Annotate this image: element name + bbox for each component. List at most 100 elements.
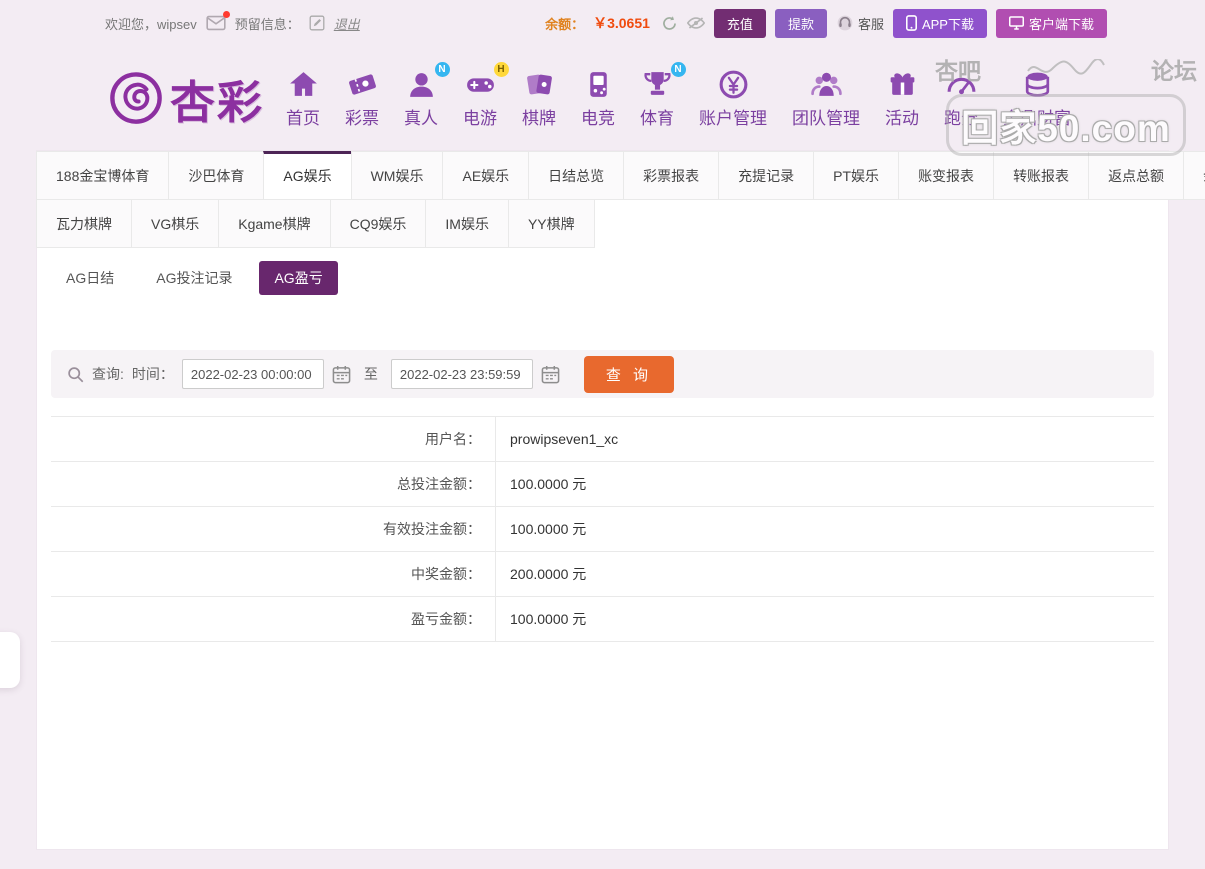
client-download-button[interactable]: 客户端下载	[996, 9, 1107, 38]
nav-jinding-wealth[interactable]: 金鼎财富	[1003, 68, 1071, 129]
coins-icon	[1021, 68, 1054, 101]
refresh-icon[interactable]	[661, 15, 678, 32]
site-header: 杏彩 首页 彩票 N 真人 H 电游	[0, 46, 1205, 150]
nav-label: 彩票	[345, 104, 379, 129]
trophy-icon: N	[641, 68, 674, 101]
row-label: 盈亏金额：	[51, 597, 496, 641]
deposit-button[interactable]: 充值	[714, 9, 766, 38]
tab-balance-query[interactable]: 余额查询	[1183, 151, 1205, 200]
tab-deposit-withdraw-records[interactable]: 充提记录	[718, 151, 814, 200]
nav-label: 跑分	[944, 104, 978, 129]
time-label: 时间：	[132, 364, 174, 384]
logout-link[interactable]: 退出	[334, 14, 360, 33]
tab-shaba-sports[interactable]: 沙巴体育	[168, 151, 264, 200]
reserved-info-label: 预留信息：	[235, 14, 300, 33]
nav-account-management[interactable]: 账户管理	[699, 68, 767, 129]
nav-label: 团队管理	[792, 104, 860, 129]
tab-cq9-entertainment[interactable]: CQ9娱乐	[330, 199, 427, 248]
start-time-input[interactable]	[182, 359, 324, 389]
headset-icon	[836, 14, 854, 32]
customer-service-label: 客服	[858, 14, 884, 33]
app-download-button[interactable]: APP下载	[893, 9, 987, 38]
tab-yy-chess[interactable]: YY棋牌	[508, 199, 595, 248]
nav-chess[interactable]: 棋牌	[522, 68, 556, 129]
search-icon	[67, 366, 84, 383]
live-person-icon: N	[405, 68, 438, 101]
home-icon	[287, 68, 320, 101]
nav-sports[interactable]: N 体育	[640, 68, 674, 129]
phone-icon	[906, 15, 917, 31]
tab-188jbb-sports[interactable]: 188金宝博体育	[36, 151, 169, 200]
subtab-ag-profit-loss[interactable]: AG盈亏	[259, 261, 337, 295]
yen-account-icon	[717, 68, 750, 101]
tab-rebate-total[interactable]: 返点总额	[1088, 151, 1184, 200]
nav-label: 棋牌	[522, 104, 556, 129]
calendar-end-icon[interactable]	[541, 365, 560, 384]
watermark-text-right: 论坛	[1151, 52, 1197, 86]
edit-icon[interactable]	[309, 15, 325, 31]
floating-widget[interactable]	[0, 632, 20, 688]
nav-team-management[interactable]: 团队管理	[792, 68, 860, 129]
tab-kgame-chess[interactable]: Kgame棋牌	[218, 199, 330, 248]
tab-transfer-report[interactable]: 转账报表	[993, 151, 1089, 200]
row-label: 用户名：	[51, 417, 496, 461]
mail-icon[interactable]	[206, 15, 226, 31]
nav-esports[interactable]: 电竞	[581, 68, 615, 129]
to-label: 至	[364, 364, 378, 384]
search-button[interactable]: 查 询	[584, 356, 674, 393]
nav-home[interactable]: 首页	[286, 68, 320, 129]
main-nav: 首页 彩票 N 真人 H 电游 棋牌	[286, 68, 1071, 129]
table-row: 总投注金额： 100.0000 元	[51, 462, 1154, 507]
logo-text: 杏彩	[170, 66, 264, 131]
app-download-label: APP下载	[922, 14, 974, 33]
customer-service-button[interactable]: 客服	[836, 14, 884, 33]
tab-wm-entertainment[interactable]: WM娱乐	[351, 151, 444, 200]
esports-console-icon	[582, 68, 615, 101]
row-value: 200.0000 元	[496, 552, 586, 596]
nav-activity[interactable]: 活动	[885, 68, 919, 129]
monitor-icon	[1009, 16, 1024, 30]
subtab-ag-daily[interactable]: AG日结	[51, 261, 129, 295]
badge-n: N	[435, 62, 450, 77]
nav-egames[interactable]: H 电游	[463, 68, 497, 129]
topbar: 欢迎您，wipsev 预留信息： 退出 余额： ￥3.0651 充值 提款 客服	[0, 0, 1205, 46]
client-download-label: 客户端下载	[1029, 14, 1094, 33]
row-value: 100.0000 元	[496, 507, 586, 551]
row-value: 100.0000 元	[496, 597, 586, 641]
gift-icon	[886, 68, 919, 101]
subtab-ag-bet-records[interactable]: AG投注记录	[141, 261, 247, 295]
calendar-start-icon[interactable]	[332, 365, 351, 384]
table-row: 用户名： prowipseven1_xc	[51, 417, 1154, 462]
nav-label: 账户管理	[699, 104, 767, 129]
row-value: prowipseven1_xc	[496, 417, 618, 461]
tab-wali-chess[interactable]: 瓦力棋牌	[36, 199, 132, 248]
row-label: 有效投注金额：	[51, 507, 496, 551]
eye-off-icon[interactable]	[687, 16, 705, 30]
tab-pt-entertainment[interactable]: PT娱乐	[813, 151, 899, 200]
nav-label: 活动	[885, 104, 919, 129]
end-time-input[interactable]	[391, 359, 533, 389]
tab-ag-entertainment[interactable]: AG娱乐	[263, 151, 351, 200]
table-row: 有效投注金额： 100.0000 元	[51, 507, 1154, 552]
tab-vg-chess[interactable]: VG棋乐	[131, 199, 219, 248]
nav-paofen[interactable]: 跑分	[944, 68, 978, 129]
withdraw-button[interactable]: 提款	[775, 9, 827, 38]
tab-ae-entertainment[interactable]: AE娱乐	[442, 151, 529, 200]
chess-cards-icon	[523, 68, 556, 101]
balance-value: ￥3.0651	[593, 13, 650, 33]
site-logo[interactable]: 杏彩	[108, 66, 264, 131]
tab-daily-summary[interactable]: 日结总览	[528, 151, 624, 200]
nav-lottery[interactable]: 彩票	[345, 68, 379, 129]
row-label: 总投注金额：	[51, 462, 496, 506]
tab-im-entertainment[interactable]: IM娱乐	[425, 199, 509, 248]
query-label: 查询:	[92, 364, 124, 384]
team-icon	[810, 68, 843, 101]
nav-live[interactable]: N 真人	[404, 68, 438, 129]
nav-label: 首页	[286, 104, 320, 129]
tab-lottery-report[interactable]: 彩票报表	[623, 151, 719, 200]
subtab-bar: AG日结 AG投注记录 AG盈亏	[37, 248, 1168, 295]
tab-account-change-report[interactable]: 账变报表	[898, 151, 994, 200]
notification-dot	[223, 11, 230, 18]
speedometer-icon	[945, 68, 978, 101]
main-content-card: 188金宝博体育 沙巴体育 AG娱乐 WM娱乐 AE娱乐 日结总览 彩票报表 充…	[36, 150, 1169, 850]
